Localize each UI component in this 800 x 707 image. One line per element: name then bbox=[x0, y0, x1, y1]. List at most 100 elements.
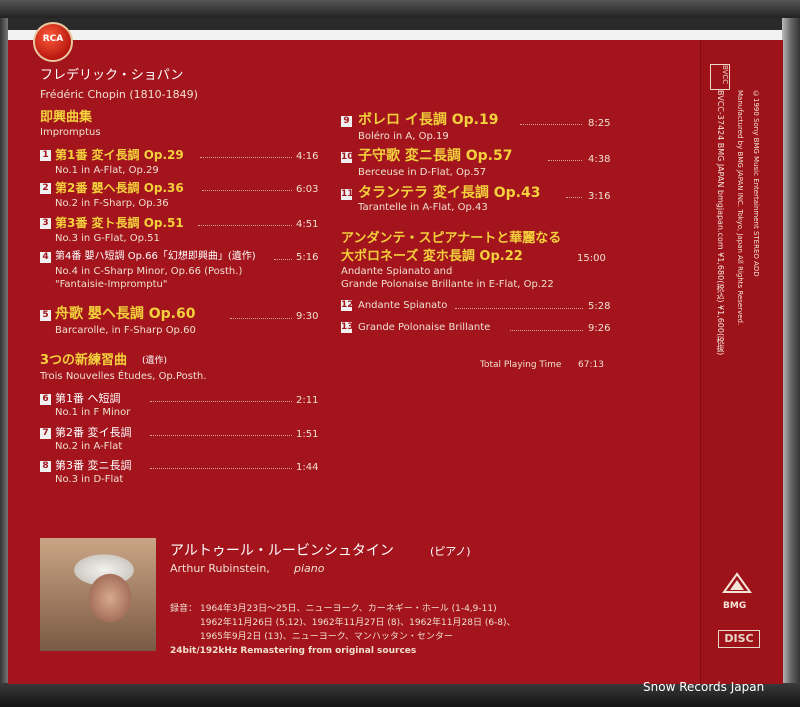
track-duration: 4:38 bbox=[588, 154, 611, 165]
total-playing-time-label: Total Playing Time bbox=[480, 360, 562, 370]
track-title-en: No.3 in D-Flat bbox=[55, 474, 124, 485]
andante-title-en-line2: Grande Polonaise Brillante in E-Flat, Op… bbox=[341, 279, 554, 290]
leader-dots bbox=[510, 330, 583, 331]
track-title-en: Grande Polonaise Brillante bbox=[358, 322, 491, 333]
bmg-logo-icon bbox=[722, 572, 752, 593]
track-title-jp: ボレロ イ長調 Op.19 bbox=[358, 112, 499, 128]
track-duration: 9:30 bbox=[296, 311, 319, 322]
impromptus-title-en: Impromptus bbox=[40, 127, 101, 138]
track-number: 11 bbox=[341, 189, 354, 200]
catalog-code-box: BVCC bbox=[710, 64, 730, 90]
track-number: 4 bbox=[40, 252, 51, 263]
composer-jp: フレデリック・ショパン bbox=[40, 68, 184, 83]
track-number: 7 bbox=[40, 428, 51, 439]
track-duration: 5:16 bbox=[296, 252, 319, 263]
etudes-title-jp: 3つの新練習曲 bbox=[40, 353, 128, 368]
track-title-en: No.1 in A-Flat, Op.29 bbox=[55, 165, 159, 176]
track-duration: 8:25 bbox=[588, 118, 611, 129]
track-duration: 15:00 bbox=[577, 253, 606, 264]
track-title-jp: 第4番 嬰ハ短調 Op.66「幻想即興曲」(遺作) bbox=[55, 251, 256, 262]
leader-dots bbox=[230, 318, 292, 319]
bmg-logo-text: BMG bbox=[723, 601, 747, 611]
leader-dots bbox=[548, 160, 582, 161]
track-title-jp: 第2番 嬰ヘ長調 Op.36 bbox=[55, 181, 184, 195]
artist-name-en: Arthur Rubinstein, bbox=[170, 562, 270, 575]
leader-dots bbox=[198, 225, 292, 226]
total-playing-time: 67:13 bbox=[578, 360, 604, 370]
track-title-en: Boléro in A, Op.19 bbox=[358, 131, 449, 142]
spine-catalog-line: BVCC-37424 BMG JAPAN bmgjapan.com ¥1,680… bbox=[716, 90, 725, 356]
track-duration: 6:03 bbox=[296, 184, 319, 195]
leader-dots bbox=[150, 401, 292, 402]
leader-dots bbox=[200, 157, 292, 158]
leader-dots bbox=[520, 124, 582, 125]
leader-dots bbox=[274, 259, 292, 260]
jewel-case-spine bbox=[782, 18, 800, 683]
andante-title-jp-line1: アンダンテ・スピアナートと華麗なる bbox=[341, 231, 562, 246]
rca-logo-icon: RCA bbox=[33, 22, 73, 62]
artist-role-jp: (ピアノ) bbox=[430, 545, 471, 558]
andante-title-jp-line2: 大ポロネーズ 変ホ長調 Op.22 bbox=[341, 249, 523, 264]
track-duration: 5:28 bbox=[588, 301, 611, 312]
track-title-en: No.2 in F-Sharp, Op.36 bbox=[55, 198, 169, 209]
track-duration: 9:26 bbox=[588, 323, 611, 334]
cd-back-cover: RCA フレデリック・ショパン Frédéric Chopin (1810-18… bbox=[0, 0, 800, 707]
jewel-case-left bbox=[0, 18, 8, 683]
track-duration: 4:16 bbox=[296, 151, 319, 162]
track-title-en: Tarantelle in A-Flat, Op.43 bbox=[358, 202, 488, 213]
andante-title-en-line1: Andante Spianato and bbox=[341, 266, 453, 277]
track-number: 8 bbox=[40, 461, 51, 472]
track-title-jp: 第2番 変イ長調 bbox=[55, 426, 132, 439]
track-number: 10 bbox=[341, 152, 354, 163]
recording-line: 1962年11月26日 (5,12)、1962年11月27日 (8)、1962年… bbox=[200, 618, 516, 628]
track-number: 12 bbox=[341, 300, 354, 311]
track-title-jp: 第1番 ヘ短調 bbox=[55, 392, 121, 405]
jewel-case-top bbox=[0, 0, 800, 18]
track-title-en: No.1 in F Minor bbox=[55, 407, 131, 418]
spine-manufacturer-line: Manufactured by BMG JAPAN INC. Tokyo, Ja… bbox=[736, 90, 744, 326]
track-title-en: Andante Spianato bbox=[358, 300, 448, 311]
compact-disc-logo-icon: DISC bbox=[718, 630, 760, 648]
leader-dots bbox=[566, 197, 582, 198]
track-subtitle-en: "Fantaisie-Impromptu" bbox=[55, 279, 168, 290]
leader-dots bbox=[202, 190, 292, 191]
watermark-text: Snow Records Japan bbox=[643, 680, 765, 694]
etudes-title-en: Trois Nouvelles Études, Op.Posth. bbox=[40, 371, 207, 382]
recording-label: 録音： bbox=[170, 604, 198, 614]
track-number: 3 bbox=[40, 218, 51, 229]
impromptus-title-jp: 即興曲集 bbox=[40, 110, 93, 125]
track-number: 13 bbox=[341, 322, 354, 333]
track-title-jp: 舟歌 嬰ヘ長調 Op.60 bbox=[55, 306, 196, 322]
track-title-jp: 第3番 変ニ長調 bbox=[55, 459, 132, 472]
track-number: 9 bbox=[341, 116, 352, 127]
recording-line: 1964年3月23日〜25日、ニューヨーク、カーネギー・ホール (1-4,9-1… bbox=[200, 604, 497, 614]
track-title-jp: タランテラ 変イ長調 Op.43 bbox=[358, 185, 541, 201]
track-title-jp: 第1番 変イ長調 Op.29 bbox=[55, 148, 184, 162]
leader-dots bbox=[455, 308, 583, 309]
remaster-note: 24bit/192kHz Remastering from original s… bbox=[170, 646, 417, 656]
track-title-jp: 第3番 変ト長調 Op.51 bbox=[55, 216, 184, 230]
track-duration: 3:16 bbox=[588, 191, 611, 202]
top-white-strip bbox=[8, 30, 782, 40]
leader-dots bbox=[150, 468, 292, 469]
track-duration: 4:51 bbox=[296, 219, 319, 230]
artist-role-en: piano bbox=[294, 562, 325, 575]
track-title-en: Barcarolle, in F-Sharp Op.60 bbox=[55, 325, 196, 336]
track-title-en: No.4 in C-Sharp Minor, Op.66 (Posth.) bbox=[55, 266, 243, 277]
track-number: 2 bbox=[40, 183, 51, 194]
artist-name-jp: アルトゥール・ルービンシュタイン bbox=[170, 543, 394, 559]
composer-en: Frédéric Chopin (1810-1849) bbox=[40, 88, 198, 101]
spine-copyright-line: ©1990 Sony BMG Music Entertainment STERE… bbox=[752, 90, 760, 277]
track-title-en: No.2 in A-Flat bbox=[55, 441, 123, 452]
track-duration: 1:44 bbox=[296, 462, 319, 473]
track-duration: 2:11 bbox=[296, 395, 319, 406]
track-number: 5 bbox=[40, 310, 51, 321]
artist-photo bbox=[40, 538, 156, 651]
track-duration: 1:51 bbox=[296, 429, 319, 440]
recording-line: 1965年9月2日 (13)、ニューヨーク、マンハッタン・センター bbox=[200, 632, 453, 642]
track-title-en: No.3 in G-Flat, Op.51 bbox=[55, 233, 160, 244]
track-number: 1 bbox=[40, 150, 51, 161]
leader-dots bbox=[150, 435, 292, 436]
track-title-jp: 子守歌 変ニ長調 Op.57 bbox=[358, 148, 513, 164]
track-number: 6 bbox=[40, 394, 51, 405]
